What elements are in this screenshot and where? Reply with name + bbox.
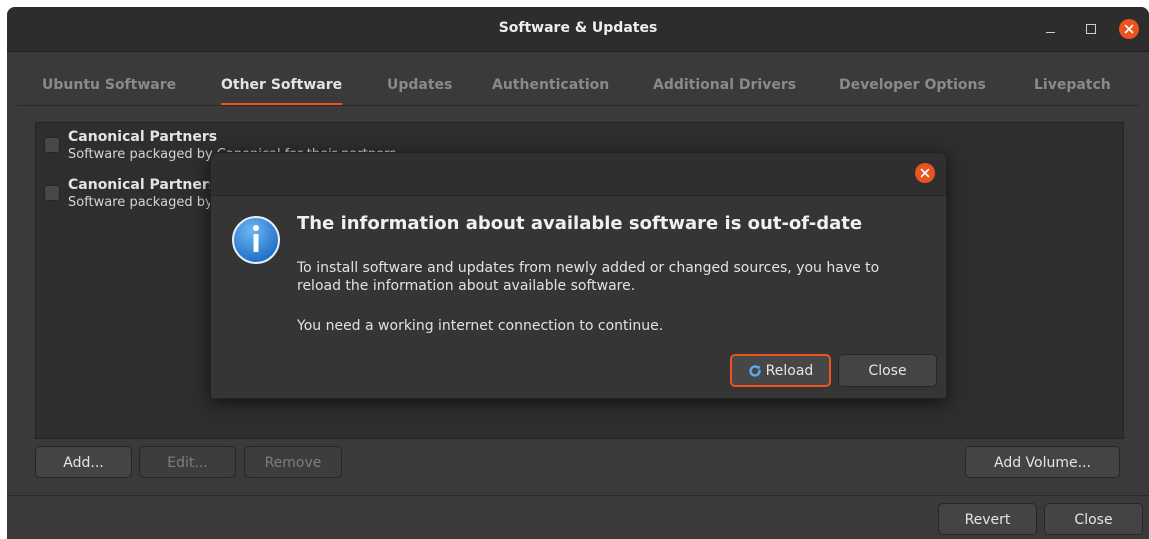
- window-close-button[interactable]: [1119, 19, 1139, 39]
- reload-button[interactable]: Reload: [730, 354, 831, 387]
- info-icon: [232, 216, 280, 264]
- footer-divider: [7, 495, 1149, 496]
- source-name: Canonical Partners: [68, 177, 218, 193]
- window-title: Software & Updates: [498, 20, 658, 36]
- add-button[interactable]: Add...: [35, 446, 132, 478]
- dialog-close-button[interactable]: [915, 163, 935, 183]
- dialog-title: The information about available software…: [297, 213, 863, 234]
- tab-additional-drivers[interactable]: Additional Drivers: [653, 69, 796, 103]
- tab-authentication[interactable]: Authentication: [492, 69, 609, 103]
- tab-livepatch[interactable]: Livepatch: [1034, 69, 1111, 103]
- reload-label: Reload: [765, 363, 814, 379]
- source-name: Canonical Partners: [68, 129, 218, 145]
- dialog-message: To install software and updates from new…: [297, 260, 880, 294]
- maximize-button[interactable]: [1081, 19, 1101, 39]
- close-button[interactable]: Close: [1044, 503, 1143, 535]
- remove-button[interactable]: Remove: [244, 446, 342, 478]
- add-volume-button[interactable]: Add Volume...: [965, 446, 1120, 478]
- tab-other-software[interactable]: Other Software: [221, 69, 343, 106]
- source-checkbox[interactable]: [44, 137, 60, 153]
- tab-updates[interactable]: Updates: [387, 69, 452, 103]
- dialog-header: [211, 153, 946, 196]
- close-icon: [920, 168, 930, 178]
- source-checkbox[interactable]: [44, 185, 60, 201]
- revert-button[interactable]: Revert: [938, 503, 1037, 535]
- tab-developer-options[interactable]: Developer Options: [839, 69, 986, 103]
- dialog-note: You need a working internet connection t…: [297, 318, 664, 334]
- edit-button[interactable]: Edit...: [139, 446, 236, 478]
- close-icon: [1124, 24, 1134, 34]
- tab-bar: Ubuntu Software Other Software Updates A…: [7, 69, 1149, 106]
- tab-ubuntu-software[interactable]: Ubuntu Software: [42, 69, 176, 103]
- reload-icon: [748, 365, 761, 377]
- minimize-button[interactable]: [1041, 19, 1061, 39]
- out-of-date-dialog: The information about available software…: [210, 152, 947, 399]
- tab-divider: [17, 105, 1139, 106]
- dialog-close-text-button[interactable]: Close: [838, 354, 937, 387]
- title-bar: Software & Updates: [7, 7, 1149, 52]
